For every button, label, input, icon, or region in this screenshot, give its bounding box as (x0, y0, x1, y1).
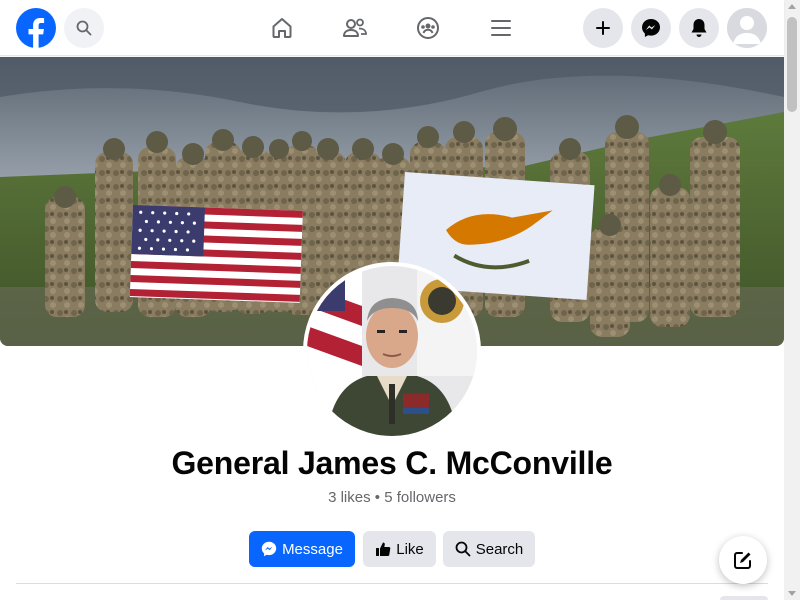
nav-home[interactable] (266, 12, 298, 44)
scroll-down-arrow-icon[interactable] (788, 591, 796, 596)
followers-count[interactable]: 5 followers (384, 489, 456, 506)
likes-count[interactable]: 3 likes (328, 489, 371, 506)
page-stats: 3 likes • 5 followers (0, 489, 784, 506)
search-icon (76, 20, 92, 36)
messenger-button[interactable] (631, 8, 671, 48)
new-message-button[interactable] (719, 536, 767, 584)
plus-icon (596, 21, 610, 35)
groups-icon (417, 17, 439, 39)
page-search-button[interactable]: Search (443, 531, 535, 567)
stats-separator: • (374, 489, 381, 506)
account-avatar[interactable] (727, 8, 767, 48)
like-button-label: Like (396, 540, 424, 558)
menu-icon (491, 20, 511, 36)
bell-icon (691, 19, 707, 37)
top-navigation-bar (0, 0, 784, 56)
friends-icon (343, 18, 367, 37)
tab-bar-stub (720, 596, 768, 600)
default-avatar-icon (727, 8, 767, 48)
search-button[interactable] (64, 8, 104, 48)
messenger-icon (642, 19, 660, 37)
section-divider (16, 583, 768, 584)
search-button-label: Search (475, 540, 524, 558)
messenger-icon (261, 541, 277, 557)
facebook-logo-icon[interactable] (16, 8, 56, 48)
home-icon (272, 18, 292, 38)
thumbs-up-icon (376, 542, 391, 556)
scrollbar[interactable] (784, 0, 800, 600)
nav-groups[interactable] (412, 12, 444, 44)
profile-picture[interactable] (303, 262, 481, 440)
search-icon (455, 541, 471, 557)
profile-photo (307, 266, 477, 436)
nav-friends[interactable] (339, 12, 371, 44)
notifications-button[interactable] (679, 8, 719, 48)
page-title: General James C. McConville (171, 445, 613, 481)
scroll-up-arrow-icon[interactable] (788, 4, 796, 9)
compose-icon (734, 552, 751, 569)
create-button[interactable] (583, 8, 623, 48)
nav-menu[interactable] (485, 12, 517, 44)
message-button[interactable]: Message (249, 531, 355, 567)
message-button-label: Message (282, 540, 343, 558)
scrollbar-thumb[interactable] (787, 17, 797, 112)
like-button[interactable]: Like (363, 531, 436, 567)
